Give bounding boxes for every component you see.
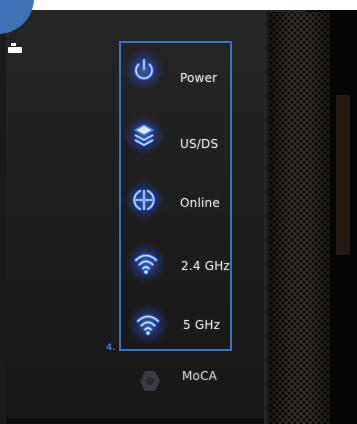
globe-arrows-icon <box>127 183 161 217</box>
annotation-number: 4. <box>106 343 116 353</box>
vent-mesh-shade <box>268 12 330 424</box>
background-strip <box>336 95 350 255</box>
power-icon <box>127 53 161 87</box>
wifi-5-icon <box>131 307 165 341</box>
panel-rim <box>264 0 270 424</box>
wifi5-label: 5 GHz <box>183 318 221 332</box>
layers-icon <box>127 118 161 152</box>
online-label: Online <box>180 196 220 210</box>
moca-icon-center <box>146 377 154 385</box>
usds-label: US/DS <box>180 137 219 151</box>
wifi24-label: 2.4 GHz <box>181 259 230 273</box>
router-photo: 4. Power US/DS Online 2.4 GHz 5 GHz MoCA <box>0 0 357 424</box>
moca-label: MoCA <box>182 369 218 383</box>
top-edge <box>0 0 357 10</box>
wifi-24-icon <box>129 246 163 280</box>
power-label: Power <box>180 71 218 85</box>
arrow-icon <box>8 43 22 53</box>
